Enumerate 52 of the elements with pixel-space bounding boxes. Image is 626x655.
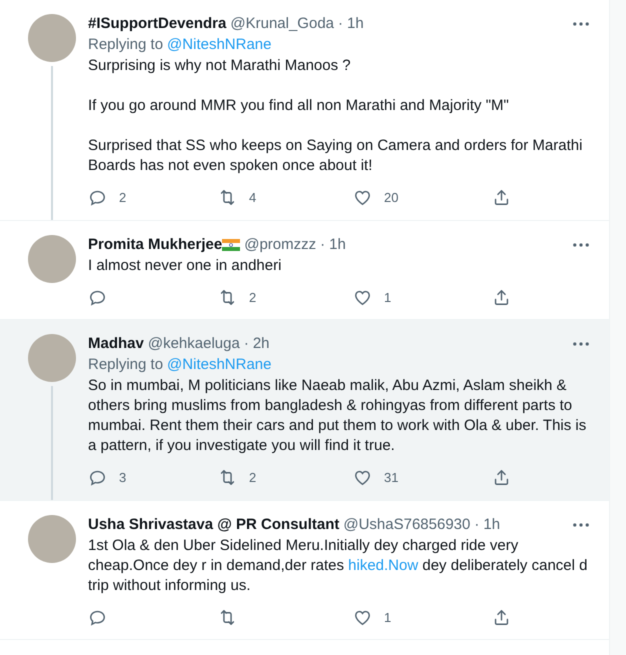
author-name[interactable]: Madhav bbox=[88, 334, 144, 354]
tweet-card[interactable] bbox=[0, 320, 609, 500]
tweet-text: So in mumbai, M politicians like Naeab malik, Abu Azmi, Aslam sheikh & others bring muslims from bangladesh & rohingyas from different parts to mumbai. Rent them their cars and put them to work with Ola & uber. This is a pattern, if you investigate you will find it true. bbox=[88, 376, 588, 456]
separator-dot: · bbox=[474, 514, 480, 534]
timestamp[interactable]: 2h bbox=[252, 334, 270, 354]
action-count: 1 bbox=[384, 288, 392, 306]
tweet-text: Surprised that SS who keeps on Saying on Camera and orders for Marathi Boards has not even spoken once about it! bbox=[88, 136, 584, 176]
tweet-text: Surprising is why not Marathi Manoos ? bbox=[88, 56, 352, 76]
action-count: 4 bbox=[249, 189, 256, 207]
tweet-text: 1st Ola & den Uber Sidelined Meru.Initially dey charged ride very cheap.Once dey r in demand,der rates hiked.Now dey deliberately cancel d trip without informing us. bbox=[88, 536, 588, 596]
reply-icon[interactable] bbox=[88, 468, 107, 488]
replying-label: Replying to bbox=[88, 35, 164, 55]
separator-dot: · bbox=[244, 334, 249, 354]
action-count: 31 bbox=[384, 469, 398, 487]
tweet-card[interactable] bbox=[0, 500, 609, 640]
share-icon[interactable] bbox=[492, 288, 511, 307]
reply-icon[interactable] bbox=[88, 188, 107, 208]
separator-dot: · bbox=[320, 234, 326, 254]
action-count: 3 bbox=[119, 469, 126, 487]
more-icon[interactable] bbox=[573, 22, 589, 26]
retweet-icon[interactable] bbox=[218, 608, 237, 627]
author-handle[interactable]: @Krunal_Goda bbox=[230, 14, 334, 34]
timestamp[interactable]: 1h bbox=[347, 14, 364, 34]
share-icon[interactable] bbox=[492, 188, 511, 208]
timestamp[interactable]: 1h bbox=[483, 514, 500, 534]
timestamp[interactable]: 1h bbox=[329, 234, 346, 254]
tweet-text: I almost never one in andheri bbox=[88, 256, 282, 276]
more-icon[interactable] bbox=[573, 342, 589, 346]
tweet-card[interactable]: Promita Mukherjee @promzzz · 1h I almost never one in andheri 2 1 bbox=[0, 220, 609, 320]
retweet-icon[interactable] bbox=[218, 468, 237, 488]
author-handle[interactable]: @UshaS76856930 bbox=[343, 514, 470, 534]
action-count: 2 bbox=[119, 189, 126, 207]
author-name[interactable]: #ISupportDevendra bbox=[88, 14, 226, 34]
author-handle[interactable]: @promzzz bbox=[244, 234, 316, 254]
share-icon[interactable] bbox=[492, 468, 511, 488]
retweet-icon[interactable] bbox=[218, 188, 237, 208]
like-icon[interactable] bbox=[353, 468, 372, 488]
tweet-text: If you go around MMR you find all non Marathi and Majority "M" bbox=[88, 96, 510, 116]
like-icon[interactable] bbox=[353, 188, 372, 208]
retweet-icon[interactable] bbox=[218, 288, 237, 307]
action-count: 2 bbox=[249, 288, 256, 306]
more-icon[interactable] bbox=[573, 242, 589, 246]
action-count: 1 bbox=[384, 608, 392, 626]
share-icon[interactable] bbox=[492, 608, 511, 627]
author-handle[interactable]: @kehkaeluga bbox=[148, 334, 240, 354]
action-count: 20 bbox=[384, 189, 398, 207]
more-icon[interactable] bbox=[573, 522, 589, 526]
action-count: 2 bbox=[249, 469, 256, 487]
author-name[interactable]: Usha Shrivastava @ PR Consultant bbox=[88, 514, 340, 534]
replying-label: Replying to bbox=[88, 355, 164, 375]
separator-dot: · bbox=[338, 14, 343, 34]
author-name[interactable]: Promita Mukherjee bbox=[88, 234, 222, 254]
